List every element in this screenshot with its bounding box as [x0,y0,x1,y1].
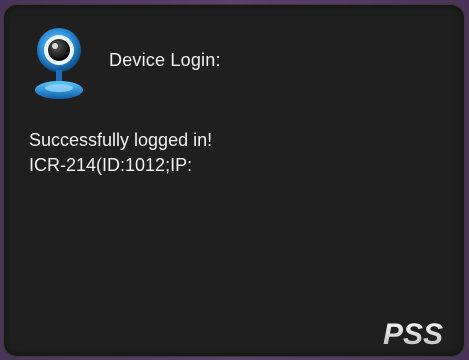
svg-text:PSS: PSS [383,318,443,349]
pss-logo: PSS [383,318,443,349]
webcam-icon [35,28,83,99]
login-message: Successfully logged in! ICR-214(ID:1012;… [29,128,212,178]
dialog-title: Device Login: [109,50,221,70]
status-text: Successfully logged in! [29,130,213,150]
popup-header: Device Login: [3,4,465,104]
device-info-text: ICR-214(ID:1012;IP: [29,155,193,175]
device-login-popup: Device Login: Successfully logged in! IC… [3,4,465,357]
